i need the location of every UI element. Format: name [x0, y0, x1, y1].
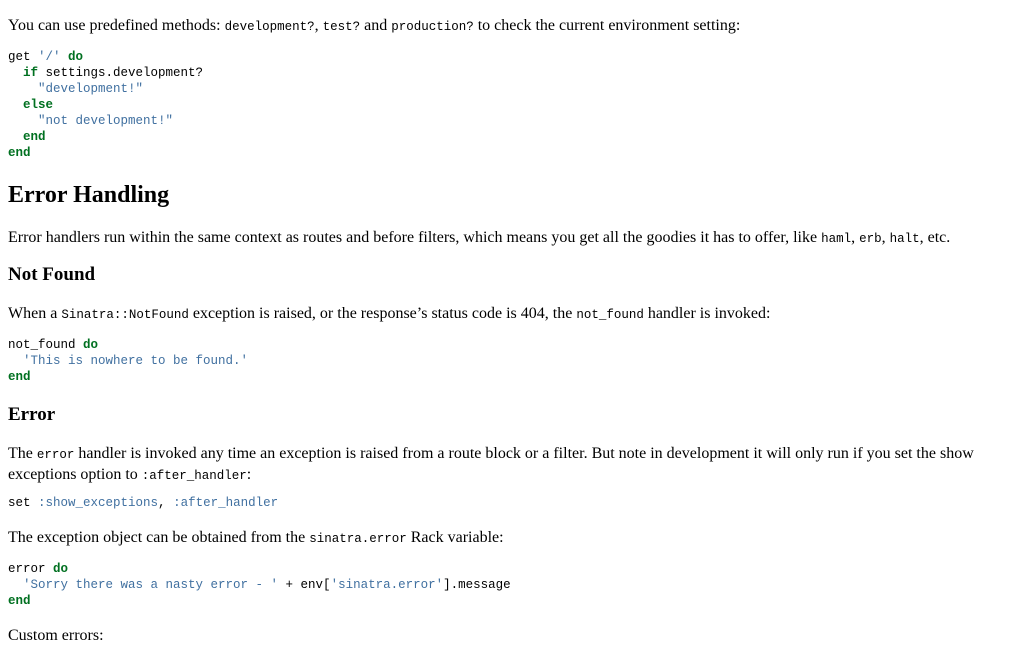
- code-keyword: end: [8, 146, 31, 160]
- inline-code: production?: [391, 20, 474, 34]
- code-string: '/': [38, 50, 61, 64]
- code-text: get: [8, 50, 39, 64]
- intro-text: and: [360, 17, 392, 34]
- code-text: not_found: [8, 338, 76, 352]
- code-symbol: :after_handler: [173, 496, 279, 510]
- intro-text: to check the current environment setting…: [473, 17, 741, 34]
- inline-code: sinatra.error: [309, 532, 407, 546]
- code-keyword: do: [60, 50, 84, 64]
- inline-code: erb: [859, 232, 882, 246]
- paragraph-text: Error handlers run within the same conte…: [8, 229, 822, 246]
- code-text: + env[: [278, 578, 331, 592]
- code-symbol: :show_exceptions: [38, 496, 159, 510]
- inline-code: not_found: [576, 308, 644, 322]
- code-text: ].message: [443, 578, 511, 592]
- inline-code: Sinatra::NotFound: [61, 308, 189, 322]
- code-text: set: [8, 496, 39, 510]
- code-text: error: [8, 562, 46, 576]
- paragraph-text: exception is raised, or the response’s s…: [188, 305, 577, 322]
- heading-not-found: Not Found: [8, 264, 96, 285]
- paragraph-text: Rack variable:: [406, 529, 504, 546]
- code-keyword: end: [8, 130, 46, 144]
- intro-text: ,: [314, 17, 323, 34]
- inline-code: test?: [322, 20, 361, 34]
- heading-error: Error: [8, 404, 56, 425]
- code-string: 'sinatra.error': [330, 578, 444, 592]
- paragraph-text: handler is invoked:: [643, 305, 771, 322]
- intro-text: You can use predefined methods:: [8, 17, 225, 34]
- code-block-set: set :show_exceptions, :after_handler: [8, 495, 278, 511]
- error-paragraph: The error handler is invoked any time an…: [8, 444, 998, 486]
- code-keyword: end: [8, 370, 31, 384]
- code-block-error: error do 'Sorry there was a nasty error …: [8, 561, 511, 609]
- code-string: 'Sorry there was a nasty error - ': [8, 578, 279, 592]
- paragraph-text: The exception object can be obtained fro…: [8, 529, 310, 546]
- code-text: settings.development?: [38, 66, 204, 80]
- custom-errors-paragraph: Custom errors:: [8, 627, 104, 644]
- inline-code: halt: [889, 232, 920, 246]
- code-block-not-found: not_found do 'This is nowhere to be foun…: [8, 337, 248, 385]
- code-string: "development!": [8, 82, 144, 96]
- code-text: ,: [158, 496, 174, 510]
- paragraph-text: The: [8, 445, 37, 462]
- code-keyword: end: [8, 594, 31, 608]
- code-string: "not development!": [8, 114, 174, 128]
- paragraph-text: :: [246, 466, 252, 483]
- paragraph-text: ,: [851, 229, 860, 246]
- exception-object-paragraph: The exception object can be obtained fro…: [8, 528, 504, 549]
- paragraph-text: ,: [881, 229, 890, 246]
- code-keyword: if: [8, 66, 39, 80]
- heading-error-handling: Error Handling: [8, 182, 170, 208]
- code-keyword: do: [75, 338, 99, 352]
- intro-paragraph: You can use predefined methods: developm…: [8, 16, 740, 37]
- code-block-environment: get '/' do if settings.development? "dev…: [8, 49, 203, 161]
- inline-code: haml: [821, 232, 852, 246]
- inline-code: :after_handler: [141, 469, 247, 483]
- code-string: 'This is nowhere to be found.': [8, 354, 249, 368]
- paragraph-text: When a: [8, 305, 62, 322]
- paragraph-text: , etc.: [919, 229, 951, 246]
- code-keyword: do: [45, 562, 69, 576]
- inline-code: error: [36, 448, 75, 462]
- error-handling-paragraph: Error handlers run within the same conte…: [8, 228, 950, 249]
- inline-code: development?: [224, 20, 315, 34]
- code-keyword: else: [8, 98, 54, 112]
- not-found-paragraph: When a Sinatra::NotFound exception is ra…: [8, 304, 770, 325]
